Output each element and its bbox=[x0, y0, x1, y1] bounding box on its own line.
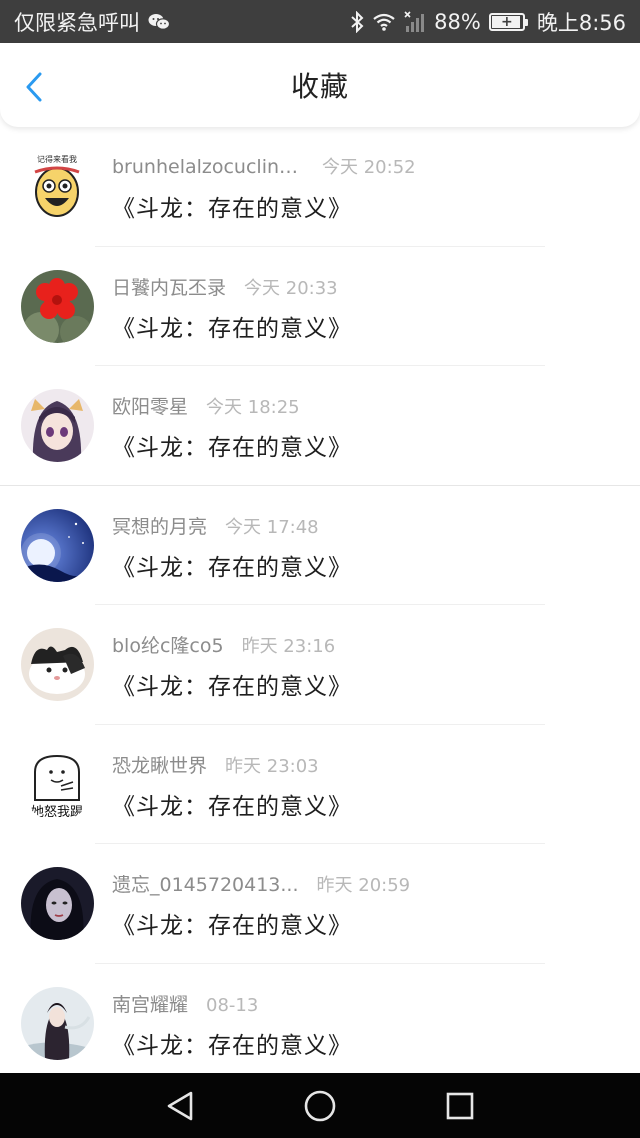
wechat-icon bbox=[148, 13, 170, 31]
user-name[interactable]: blo纶c隆co5 bbox=[112, 631, 224, 658]
timestamp: 昨天 23:16 bbox=[241, 636, 336, 657]
list-item[interactable]: 日饕内瓦丕录 今天 20:33 《斗龙：存在的意义》 bbox=[0, 247, 640, 366]
timestamp: 今天 20:52 bbox=[322, 157, 416, 178]
timestamp: 今天 18:25 bbox=[206, 397, 300, 418]
item-title[interactable]: 《斗龙：存在的意义》 bbox=[112, 189, 620, 223]
user-name[interactable]: 日饕内瓦丕录 bbox=[112, 273, 226, 300]
avatar[interactable]: 记得来看我 bbox=[21, 150, 94, 223]
item-title[interactable]: 《斗龙：存在的意义》 bbox=[112, 906, 620, 940]
back-triangle-icon bbox=[167, 1091, 193, 1120]
list-item[interactable]: 记得来看我 brunhelalzocucline... 今天 20:52 《斗龙… bbox=[0, 127, 640, 247]
avatar[interactable] bbox=[21, 389, 94, 462]
user-name[interactable]: 欧阳零星 bbox=[112, 392, 188, 419]
wifi-icon bbox=[372, 12, 396, 32]
avatar[interactable] bbox=[21, 628, 94, 701]
sticker-caption: 她怒我踢 bbox=[31, 805, 83, 820]
item-title[interactable]: 《斗龙：存在的意义》 bbox=[112, 309, 620, 343]
item-text: 日饕内瓦丕录 今天 20:33 《斗龙：存在的意义》 bbox=[112, 273, 620, 343]
no-signal-icon bbox=[404, 10, 426, 33]
list-item[interactable]: blo纶c隆co5 昨天 23:16 《斗龙：存在的意义》 bbox=[0, 605, 640, 725]
item-title[interactable]: 《斗龙：存在的意义》 bbox=[112, 548, 620, 582]
list-item[interactable]: 遗忘_0145720413... 昨天 20:59 《斗龙：存在的意义》 bbox=[0, 844, 640, 964]
timestamp: 今天 17:48 bbox=[225, 516, 319, 538]
avatar[interactable] bbox=[21, 269, 94, 343]
user-name[interactable]: 南宫耀耀 bbox=[112, 990, 188, 1017]
bluetooth-icon bbox=[350, 10, 364, 33]
system-nav-bar bbox=[0, 1073, 640, 1138]
recents-square-icon bbox=[446, 1092, 474, 1119]
user-name[interactable]: 遗忘_0145720413... bbox=[112, 870, 299, 897]
list-item[interactable]: 南宫耀耀 08-13 《斗龙：存在的意义》 bbox=[0, 964, 640, 1074]
page-title: 收藏 bbox=[290, 70, 349, 103]
chevron-left-icon bbox=[26, 72, 42, 102]
timestamp: 昨天 20:59 bbox=[316, 875, 411, 896]
battery-charging-icon: + bbox=[488, 12, 528, 31]
avatar[interactable] bbox=[21, 986, 94, 1060]
item-title[interactable]: 《斗龙：存在的意义》 bbox=[112, 1026, 620, 1060]
battery-percent: 88% bbox=[434, 9, 481, 34]
back-button[interactable] bbox=[18, 69, 50, 105]
item-text: 恐龙瞅世界 昨天 23:03 《斗龙：存在的意义》 bbox=[112, 751, 620, 821]
status-time: 晚上8:56 bbox=[536, 10, 626, 35]
nav-home-button[interactable] bbox=[290, 1076, 350, 1136]
item-text: blo纶c隆co5 昨天 23:16 《斗龙：存在的意义》 bbox=[112, 631, 620, 701]
timestamp: 今天 20:33 bbox=[244, 277, 338, 299]
status-bar: 仅限紧急呼叫 88% + 晚上8:56 bbox=[0, 0, 640, 43]
item-text: 南宫耀耀 08-13 《斗龙：存在的意义》 bbox=[112, 990, 620, 1060]
item-text: 欧阳零星 今天 18:25 《斗龙：存在的意义》 bbox=[112, 392, 620, 462]
user-name[interactable]: brunhelalzocucline... bbox=[112, 156, 304, 178]
user-name[interactable]: 恐龙瞅世界 bbox=[112, 751, 207, 778]
item-text: 遗忘_0145720413... 昨天 20:59 《斗龙：存在的意义》 bbox=[112, 870, 620, 940]
avatar[interactable]: 她怒我踢 bbox=[21, 747, 94, 821]
item-title[interactable]: 《斗龙：存在的意义》 bbox=[112, 667, 620, 701]
home-circle-icon bbox=[304, 1090, 336, 1121]
sticker-top-caption: 记得来看我 bbox=[37, 154, 77, 164]
item-text: brunhelalzocucline... 今天 20:52 《斗龙：存在的意义… bbox=[112, 153, 620, 223]
list-item[interactable]: 欧阳零星 今天 18:25 《斗龙：存在的意义》 bbox=[0, 366, 640, 486]
item-title[interactable]: 《斗龙：存在的意义》 bbox=[112, 428, 620, 462]
carrier-text: 仅限紧急呼叫 bbox=[14, 10, 140, 35]
list-item[interactable]: 冥想的月亮 今天 17:48 《斗龙：存在的意义》 bbox=[0, 486, 640, 605]
timestamp: 08-13 bbox=[206, 994, 259, 1016]
avatar[interactable] bbox=[21, 867, 94, 940]
list-item[interactable]: 她怒我踢 恐龙瞅世界 昨天 23:03 《斗龙：存在的意义》 bbox=[0, 725, 640, 844]
user-name[interactable]: 冥想的月亮 bbox=[112, 512, 207, 539]
nav-back-button[interactable] bbox=[150, 1076, 210, 1136]
item-text: 冥想的月亮 今天 17:48 《斗龙：存在的意义》 bbox=[112, 512, 620, 582]
nav-recents-button[interactable] bbox=[430, 1076, 490, 1136]
avatar[interactable] bbox=[21, 508, 94, 582]
timestamp: 昨天 23:03 bbox=[225, 755, 319, 777]
item-title[interactable]: 《斗龙：存在的意义》 bbox=[112, 787, 620, 821]
header-bar: 收藏 bbox=[0, 43, 640, 127]
favorites-list: 记得来看我 brunhelalzocucline... 今天 20:52 《斗龙… bbox=[0, 127, 640, 1073]
